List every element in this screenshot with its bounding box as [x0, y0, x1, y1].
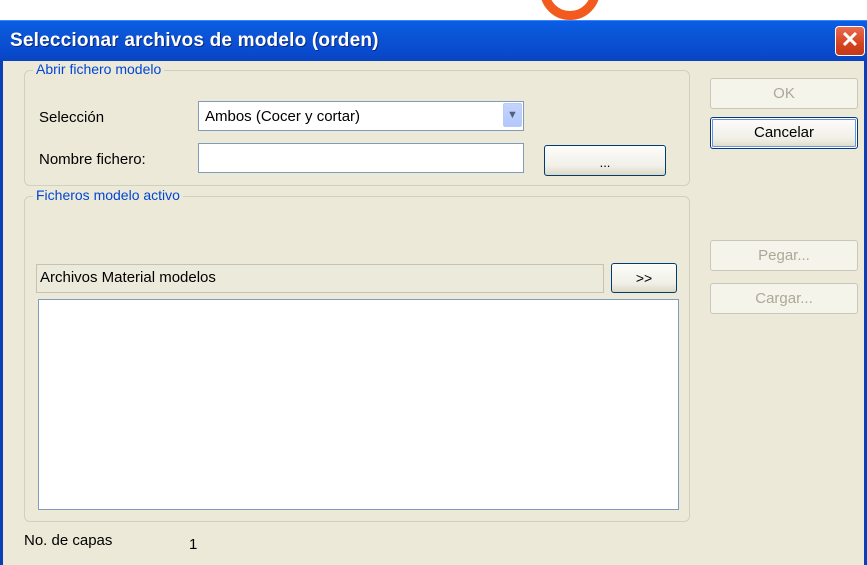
- cancel-button[interactable]: Cancelar: [710, 117, 858, 149]
- close-button[interactable]: ✕: [835, 26, 865, 56]
- model-files-list[interactable]: [38, 299, 679, 510]
- filename-field[interactable]: [198, 143, 524, 173]
- filename-label: Nombre fichero:: [39, 151, 146, 168]
- selection-value: Ambos (Cocer y cortar): [205, 108, 361, 125]
- close-icon: ✕: [840, 27, 860, 52]
- paste-button[interactable]: Pegar...: [710, 240, 858, 271]
- list-header-label: Archivos Material modelos: [40, 269, 216, 286]
- chevron-down-icon[interactable]: ▼: [503, 103, 522, 127]
- cancel-button-label: Cancelar: [753, 124, 815, 141]
- selection-label: Selección: [39, 109, 105, 126]
- open-file-group-legend: Abrir fichero modelo: [33, 61, 165, 77]
- browse-button-label: ...: [599, 155, 611, 170]
- load-button-label: Cargar...: [755, 290, 813, 307]
- list-header: Archivos Material modelos: [36, 264, 604, 293]
- load-button[interactable]: Cargar...: [710, 283, 858, 314]
- browse-button[interactable]: ...: [544, 145, 666, 176]
- layers-label: No. de capas: [24, 532, 113, 549]
- title-bar: Seleccionar archivos de modelo (orden) ✕: [0, 20, 867, 61]
- selection-dropdown[interactable]: Ambos (Cocer y cortar) ▼: [198, 101, 524, 131]
- layers-value: 1: [189, 536, 198, 553]
- ok-button[interactable]: OK: [710, 78, 858, 109]
- window-title: Seleccionar archivos de modelo (orden): [10, 30, 379, 51]
- paste-button-label: Pegar...: [758, 247, 810, 264]
- expand-button[interactable]: >>: [611, 263, 677, 293]
- active-files-group-legend: Ficheros modelo activo: [33, 187, 183, 203]
- ok-button-label: OK: [773, 85, 795, 102]
- expand-button-label: >>: [635, 270, 653, 286]
